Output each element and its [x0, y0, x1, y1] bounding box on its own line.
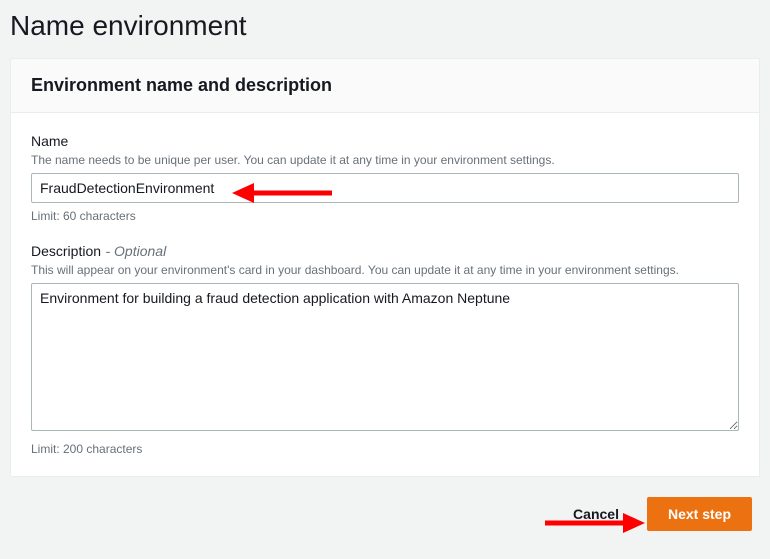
name-input[interactable]	[31, 173, 739, 203]
name-limit: Limit: 60 characters	[31, 209, 739, 223]
actions-row: Cancel Next step	[10, 497, 760, 531]
description-limit: Limit: 200 characters	[31, 442, 739, 456]
panel-title: Environment name and description	[31, 75, 739, 96]
name-field-group: Name The name needs to be unique per use…	[31, 133, 739, 223]
description-field-group: Description - Optional This will appear …	[31, 243, 739, 456]
description-hint: This will appear on your environment's c…	[31, 263, 739, 277]
description-optional: - Optional	[105, 243, 166, 259]
description-label: Description	[31, 243, 101, 259]
cancel-button[interactable]: Cancel	[557, 498, 635, 530]
description-input[interactable]	[31, 283, 739, 431]
panel-header: Environment name and description	[11, 59, 759, 113]
env-panel: Environment name and description Name Th…	[10, 58, 760, 477]
next-step-button[interactable]: Next step	[647, 497, 752, 531]
panel-body: Name The name needs to be unique per use…	[11, 113, 759, 476]
page-title: Name environment	[10, 10, 760, 42]
name-label: Name	[31, 133, 68, 149]
name-hint: The name needs to be unique per user. Yo…	[31, 153, 739, 167]
